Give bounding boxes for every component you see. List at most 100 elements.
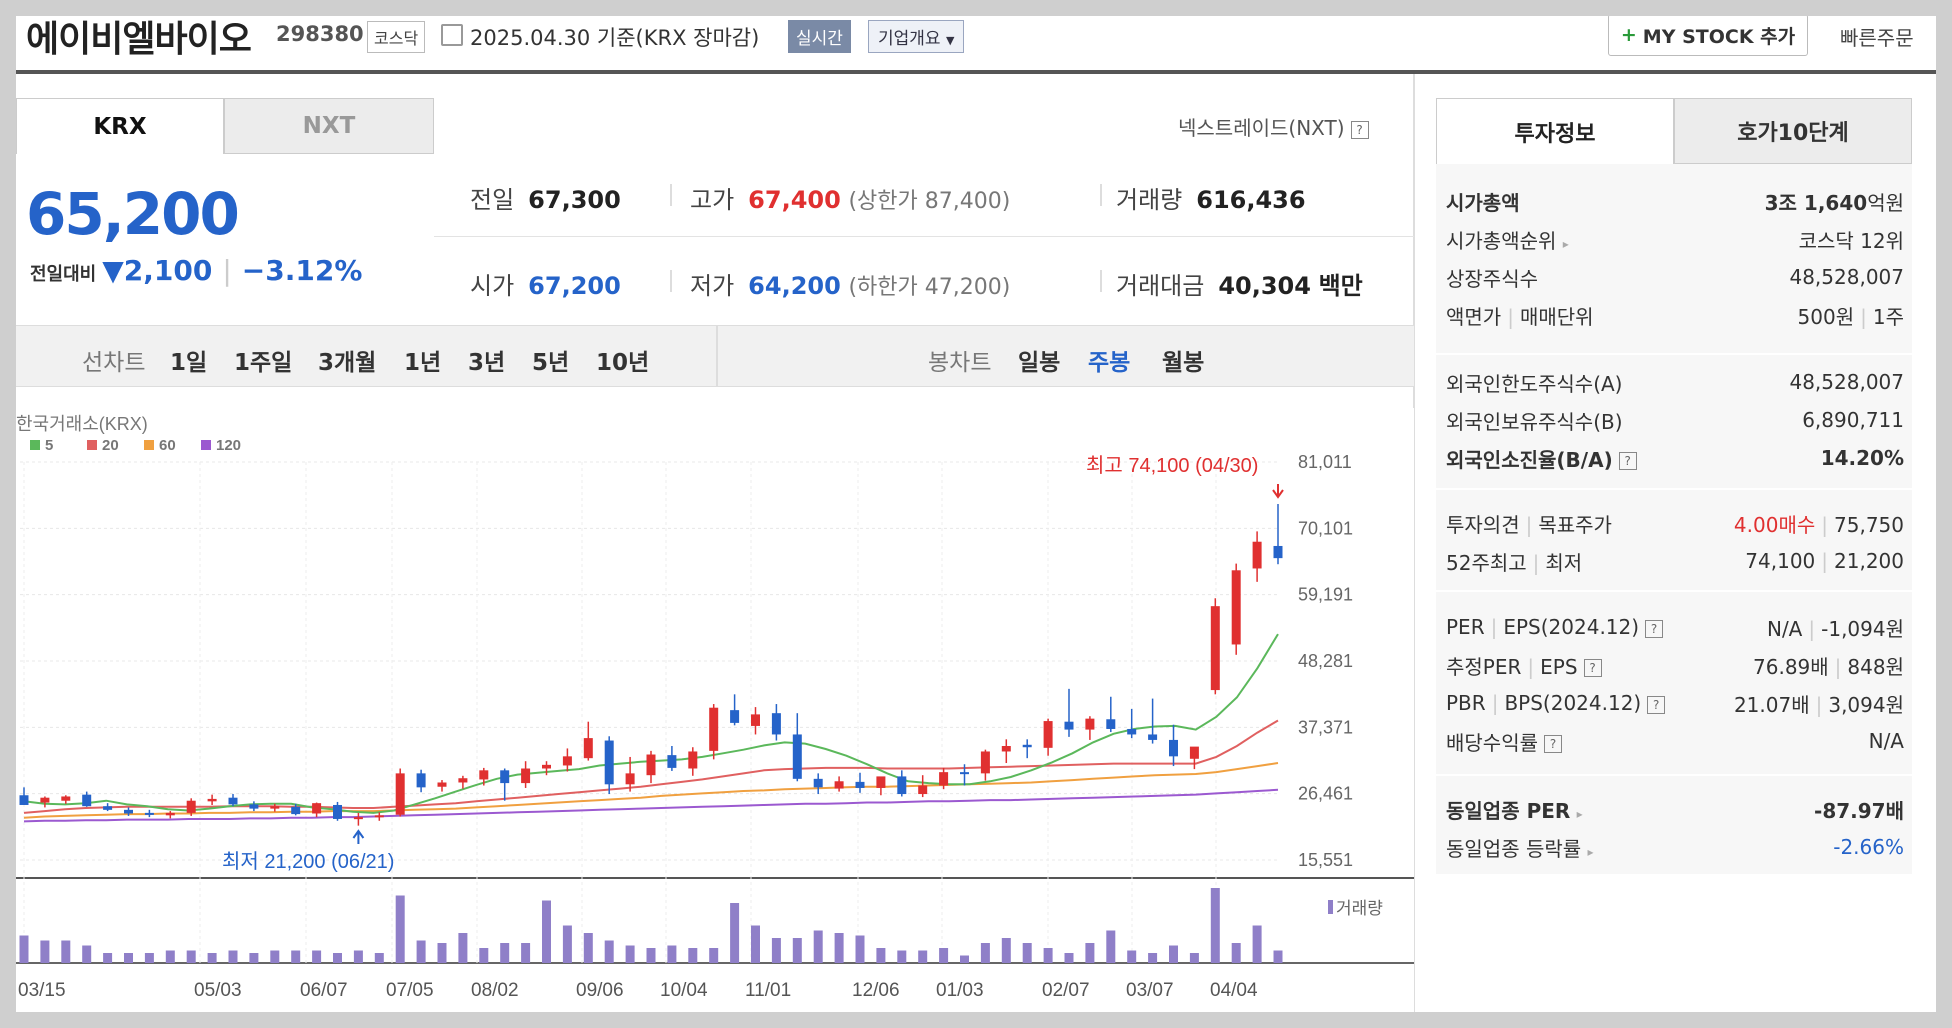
candle-body bbox=[646, 754, 656, 776]
candle-body bbox=[771, 713, 781, 735]
candle-body bbox=[834, 781, 844, 789]
volume-bar bbox=[500, 943, 510, 963]
candle-body bbox=[186, 800, 196, 813]
volume-bar bbox=[82, 945, 92, 963]
help-icon[interactable]: ? bbox=[1350, 120, 1369, 139]
period-10y[interactable]: 10년 bbox=[596, 343, 649, 377]
tab-orderbook[interactable]: 호가10단계 bbox=[1674, 98, 1912, 164]
period-3m[interactable]: 3개월 bbox=[318, 343, 376, 377]
volume-bar bbox=[604, 940, 614, 963]
tab-invest-info[interactable]: 투자정보 bbox=[1436, 98, 1674, 164]
info-value: -87.97배 bbox=[1814, 798, 1904, 823]
volume-bar bbox=[165, 950, 175, 963]
volume-bar bbox=[1043, 948, 1053, 963]
period-3y[interactable]: 3년 bbox=[468, 343, 505, 377]
x-tick-label: 08/02 bbox=[471, 980, 519, 1001]
volume-bar bbox=[124, 953, 133, 963]
amount-label: 거래대금 bbox=[1116, 272, 1205, 300]
stock-chart[interactable]: 한국거래소(KRX) 5 20 60 120 81,011 70,101 59,191 48,2… bbox=[16, 408, 1414, 1028]
info-value: 14.20% bbox=[1820, 446, 1904, 470]
info-value: 코스닥 12위 bbox=[1798, 228, 1904, 253]
info-value: N/A | -1,094원 bbox=[1766, 616, 1904, 641]
volume-bar bbox=[249, 953, 259, 963]
company-overview-dropdown[interactable]: 기업개요 ▼ bbox=[868, 20, 965, 53]
candle-body bbox=[437, 782, 447, 787]
volume-bar bbox=[667, 945, 677, 963]
x-tick-label: 01/03 bbox=[936, 980, 984, 1001]
realtime-button[interactable]: 실시간 bbox=[788, 20, 851, 53]
candle-body bbox=[395, 773, 405, 815]
y-tick-label: 26,461 bbox=[1298, 784, 1353, 804]
open-price: 시가 67,200 bbox=[470, 266, 621, 301]
current-price: 65,200 bbox=[26, 180, 240, 248]
volume-bar bbox=[395, 895, 405, 963]
volume-value: 616,436 bbox=[1196, 186, 1306, 214]
x-tick-label: 12/06 bbox=[852, 980, 900, 1001]
info-row: 외국인한도주식수(A) 48,528,007 bbox=[1446, 367, 1904, 397]
volume-bar bbox=[207, 953, 217, 963]
legend-swatch bbox=[30, 440, 40, 450]
period-1y[interactable]: 1년 bbox=[404, 343, 441, 377]
period-5y[interactable]: 5년 bbox=[532, 343, 569, 377]
y-tick-label: 48,281 bbox=[1298, 651, 1353, 671]
period-1w[interactable]: 1주일 bbox=[234, 343, 292, 377]
candle-body bbox=[918, 785, 928, 795]
candle-body bbox=[82, 794, 92, 807]
candle-body bbox=[876, 776, 886, 788]
candle-body bbox=[1064, 721, 1074, 730]
candle-body bbox=[667, 755, 677, 768]
legend-label: 60 bbox=[159, 437, 176, 454]
candle-body bbox=[897, 776, 907, 795]
volume-bar bbox=[144, 953, 154, 963]
prev-value: 67,300 bbox=[528, 186, 621, 214]
my-stock-add-button[interactable]: + MY STOCK 추가 bbox=[1608, 14, 1808, 56]
upper-limit: (상한가 87,400) bbox=[848, 189, 1011, 214]
x-tick-label: 07/05 bbox=[386, 980, 434, 1001]
candle-body bbox=[583, 738, 593, 759]
change-separator: | bbox=[222, 254, 232, 287]
volume-bar bbox=[186, 950, 196, 963]
trade-amount: 거래대금 40,304 백만 bbox=[1116, 266, 1363, 301]
quote-divider bbox=[434, 236, 1414, 237]
market-badge: 코스닥 bbox=[367, 21, 426, 53]
candle-body bbox=[1189, 746, 1199, 759]
volume-bar bbox=[1210, 888, 1220, 963]
date-text: 2025.04.30 기준(KRX 장마감) bbox=[470, 26, 760, 50]
divider bbox=[1100, 270, 1102, 292]
candle-body bbox=[792, 734, 802, 779]
candle-body bbox=[1043, 721, 1053, 748]
open-label: 시가 bbox=[470, 272, 515, 300]
candle-monthly[interactable]: 월봉 bbox=[1162, 343, 1204, 377]
info-value: 76.89배 | 848원 bbox=[1753, 654, 1904, 679]
volume-bar bbox=[521, 943, 531, 963]
candle-daily[interactable]: 일봉 bbox=[1018, 343, 1060, 377]
volume-bar bbox=[458, 933, 468, 963]
candle-body bbox=[207, 798, 217, 802]
volume-bar bbox=[353, 950, 363, 963]
info-key: 추정PER | EPS? bbox=[1446, 651, 1602, 680]
header-divider bbox=[16, 70, 1936, 74]
volume-label: 거래량 bbox=[1336, 899, 1383, 918]
candle-body bbox=[374, 815, 384, 818]
candle-body bbox=[855, 781, 865, 788]
section-divider bbox=[1436, 590, 1912, 592]
candle-body bbox=[562, 756, 572, 766]
calendar-icon bbox=[441, 24, 463, 46]
info-value: 3조 1,640억원 bbox=[1764, 190, 1904, 215]
volume-bar bbox=[1106, 930, 1116, 963]
tab-nxt[interactable]: NXT bbox=[224, 98, 434, 154]
quick-order-link[interactable]: 빠른주문 bbox=[1840, 22, 1914, 51]
divider bbox=[670, 184, 672, 206]
tab-krx[interactable]: KRX bbox=[16, 98, 224, 154]
period-1d[interactable]: 1일 bbox=[170, 343, 207, 377]
candle-weekly[interactable]: 주봉 bbox=[1088, 343, 1130, 377]
nxt-info-link[interactable]: 넥스트레이드(NXT)? bbox=[1178, 112, 1369, 141]
my-stock-label: MY STOCK 추가 bbox=[1642, 25, 1796, 48]
candle-body bbox=[61, 796, 71, 801]
info-key: 외국인보유주식수(B) bbox=[1446, 409, 1623, 434]
volume-bar bbox=[374, 953, 384, 963]
high-label: 고가 bbox=[690, 186, 735, 214]
volume-bar bbox=[437, 943, 447, 963]
change-value: ▼2,100 bbox=[102, 254, 213, 287]
candle-body bbox=[813, 778, 823, 788]
